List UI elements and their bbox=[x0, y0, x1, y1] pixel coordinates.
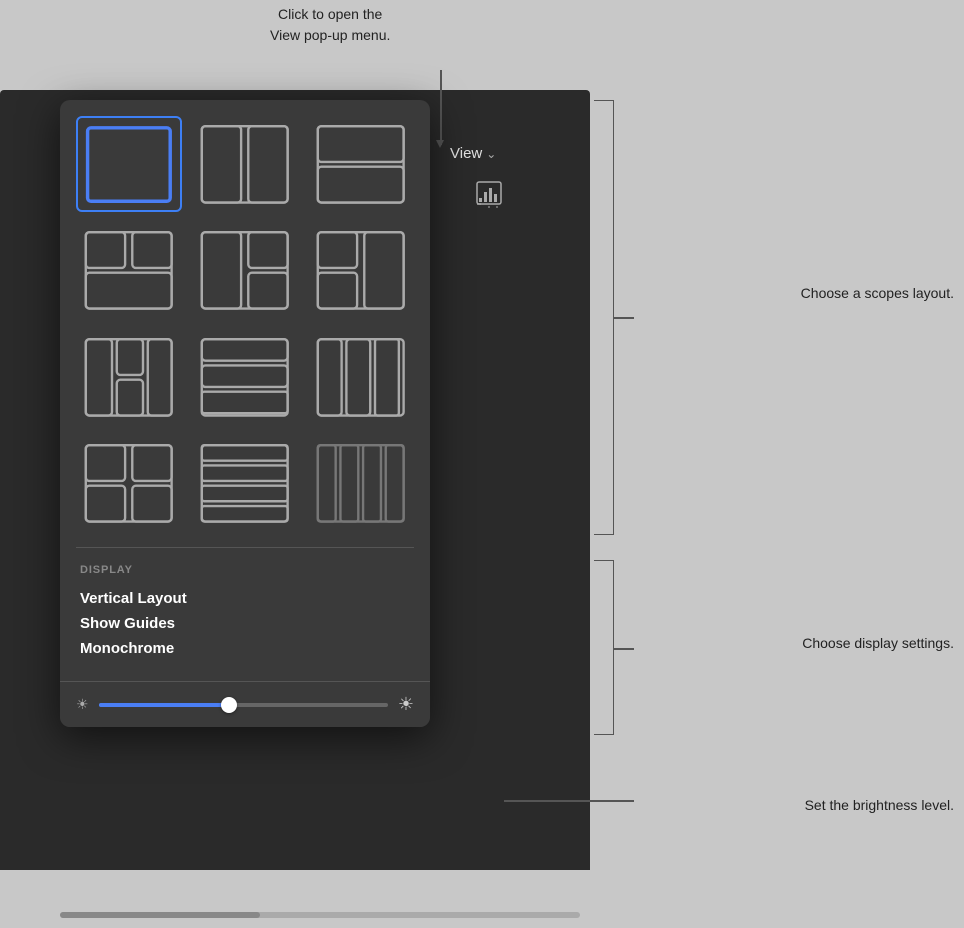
layout-grid-section bbox=[60, 100, 430, 547]
chevron-down-icon: ⌄ bbox=[486, 147, 496, 161]
line-brightness bbox=[504, 800, 634, 802]
annotation-display: Choose display settings. bbox=[802, 635, 954, 651]
scope-icon bbox=[475, 180, 503, 214]
layout-four-pane-1[interactable] bbox=[76, 329, 182, 425]
layout-two-pane-v[interactable] bbox=[308, 116, 414, 212]
view-button-label: View bbox=[450, 145, 482, 162]
line-scopes bbox=[614, 317, 634, 319]
bracket-display bbox=[594, 560, 614, 735]
annotation-top: Click to open the View pop-up menu. bbox=[270, 4, 390, 46]
layout-four-pane-3[interactable] bbox=[308, 329, 414, 425]
layout-single[interactable] bbox=[76, 116, 182, 212]
layout-two-pane-h[interactable] bbox=[192, 116, 298, 212]
display-item-vertical-layout[interactable]: Vertical Layout bbox=[80, 586, 410, 611]
layout-stacked[interactable] bbox=[192, 435, 298, 531]
arrow-head-top bbox=[436, 140, 444, 148]
layout-three-pane-1[interactable] bbox=[76, 222, 182, 318]
view-popup-menu: DISPLAY Vertical Layout Show Guides Mono… bbox=[60, 100, 430, 727]
layout-three-pane-2[interactable] bbox=[192, 222, 298, 318]
layout-columns[interactable] bbox=[308, 435, 414, 531]
layout-three-pane-3[interactable] bbox=[308, 222, 414, 318]
view-popup-button[interactable]: View ⌄ bbox=[450, 145, 496, 162]
layout-four-pane-2[interactable] bbox=[192, 329, 298, 425]
annotation-top-line1: Click to open the bbox=[270, 4, 390, 25]
layout-four-grid[interactable] bbox=[76, 435, 182, 531]
annotation-scopes: Choose a scopes layout. bbox=[801, 285, 954, 301]
display-section-heading: DISPLAY bbox=[80, 564, 410, 576]
display-label-text: Choose display settings. bbox=[802, 635, 954, 651]
brightness-low-icon: ☀ bbox=[76, 696, 89, 713]
brightness-fill bbox=[99, 703, 229, 707]
scopes-label-text: Choose a scopes layout. bbox=[801, 285, 954, 301]
display-item-show-guides[interactable]: Show Guides bbox=[80, 611, 410, 636]
brightness-slider-track[interactable] bbox=[99, 703, 388, 707]
brightness-label-text: Set the brightness level. bbox=[805, 797, 954, 813]
horizontal-scrollbar[interactable] bbox=[60, 912, 580, 918]
annotation-brightness: Set the brightness level. bbox=[805, 797, 954, 813]
display-item-monochrome[interactable]: Monochrome bbox=[80, 636, 410, 661]
brightness-section: ☀ ☀ bbox=[60, 682, 430, 727]
arrow-line-top bbox=[440, 70, 442, 145]
annotation-top-line2: View pop-up menu. bbox=[270, 25, 390, 46]
display-section: DISPLAY Vertical Layout Show Guides Mono… bbox=[60, 548, 430, 681]
brightness-thumb[interactable] bbox=[221, 697, 237, 713]
line-display bbox=[614, 648, 634, 650]
scrollbar-thumb[interactable] bbox=[60, 912, 260, 918]
brightness-high-icon: ☀ bbox=[398, 694, 414, 715]
bracket-scopes bbox=[594, 100, 614, 535]
